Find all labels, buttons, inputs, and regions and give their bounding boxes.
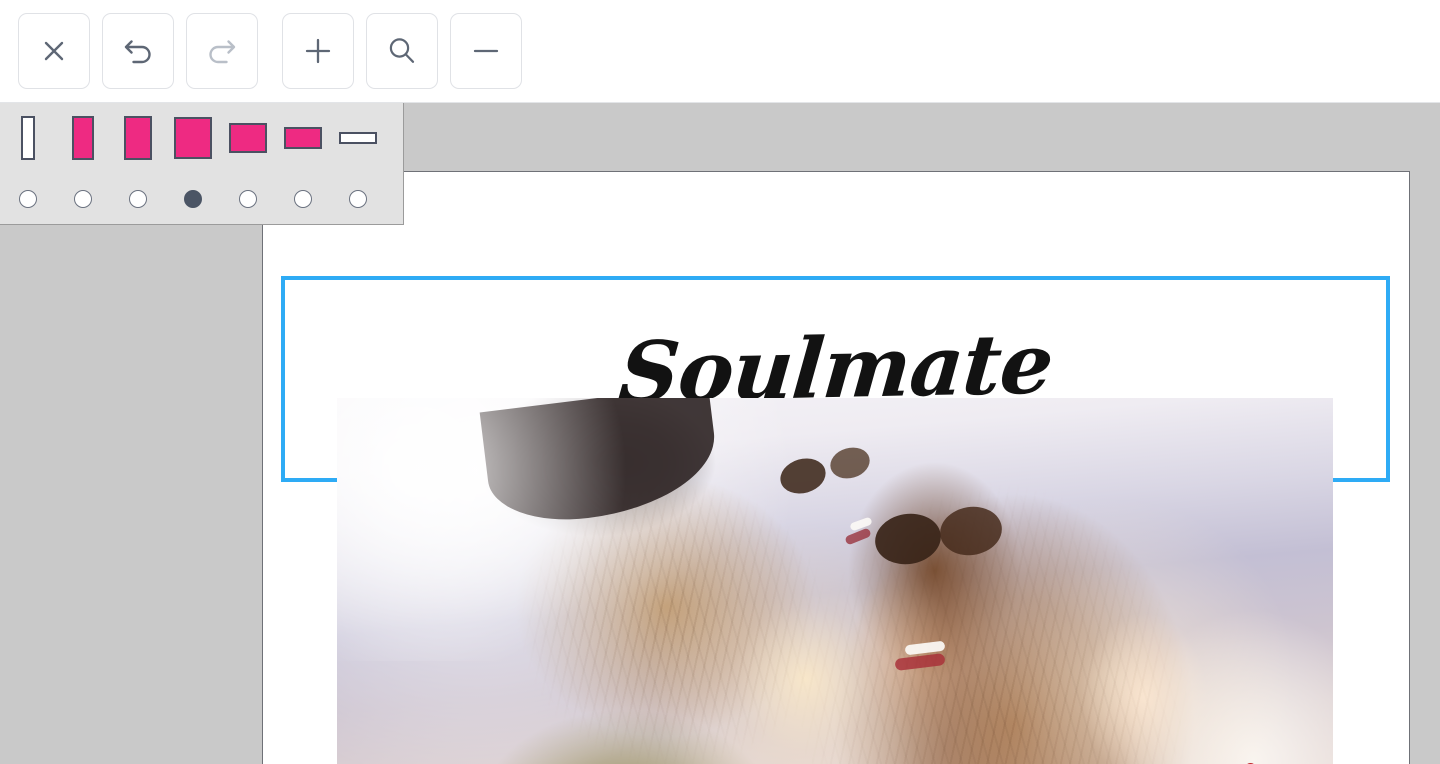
radio-row <box>0 172 404 225</box>
close-button[interactable] <box>18 13 90 89</box>
radio-button <box>293 189 312 208</box>
size-swatch <box>20 115 35 160</box>
size-swatch <box>228 122 267 153</box>
radio-cell-2[interactable] <box>110 172 165 225</box>
photo-face-accents <box>337 398 1333 764</box>
shape-size-panel <box>0 103 404 225</box>
size-swatch <box>71 115 94 160</box>
sunglasses-right-lens-icon <box>871 508 945 569</box>
top-toolbar <box>0 0 1440 103</box>
undo-button[interactable] <box>102 13 174 89</box>
swatch-cell-5[interactable] <box>275 103 330 172</box>
swatch-cell-3[interactable] <box>165 103 220 172</box>
swatch-cell-2[interactable] <box>110 103 165 172</box>
radio-cell-3[interactable] <box>165 172 220 225</box>
swatch-row <box>0 103 404 172</box>
plus-icon <box>302 35 334 67</box>
sun-flare-icon <box>337 398 696 661</box>
radio-button <box>73 189 92 208</box>
radio-cell-0[interactable] <box>0 172 55 225</box>
search-icon <box>385 34 419 68</box>
size-swatch <box>173 116 212 159</box>
design-editor-app: Soulmate Leah & Cathy <box>0 0 1440 764</box>
sunglasses-left-lens2-icon <box>826 442 874 483</box>
minus-icon <box>470 35 502 67</box>
swatch-cell-0[interactable] <box>0 103 55 172</box>
swatch-cell-1[interactable] <box>55 103 110 172</box>
photo-element[interactable] <box>337 398 1333 764</box>
size-swatch <box>338 131 377 144</box>
size-swatch <box>283 126 322 149</box>
redo-button[interactable] <box>186 13 258 89</box>
radio-button <box>348 189 367 208</box>
close-icon <box>39 36 69 66</box>
lips-right-icon <box>894 653 946 672</box>
radio-cell-6[interactable] <box>330 172 385 225</box>
redo-icon <box>205 35 239 67</box>
radio-cell-4[interactable] <box>220 172 275 225</box>
sunglasses-left-lens-icon <box>776 453 831 499</box>
sunglasses-right-lens2-icon <box>936 502 1005 560</box>
undo-icon <box>121 35 155 67</box>
radio-button <box>238 189 257 208</box>
radio-button <box>18 189 37 208</box>
radio-button <box>128 189 147 208</box>
radio-button-selected <box>183 189 202 208</box>
swatch-cell-6[interactable] <box>330 103 385 172</box>
zoom-in-button[interactable] <box>282 13 354 89</box>
size-swatch <box>123 115 152 160</box>
radio-cell-1[interactable] <box>55 172 110 225</box>
radio-cell-5[interactable] <box>275 172 330 225</box>
swatch-cell-4[interactable] <box>220 103 275 172</box>
zoom-out-button[interactable] <box>450 13 522 89</box>
lips-left-icon <box>844 527 872 546</box>
search-button[interactable] <box>366 13 438 89</box>
